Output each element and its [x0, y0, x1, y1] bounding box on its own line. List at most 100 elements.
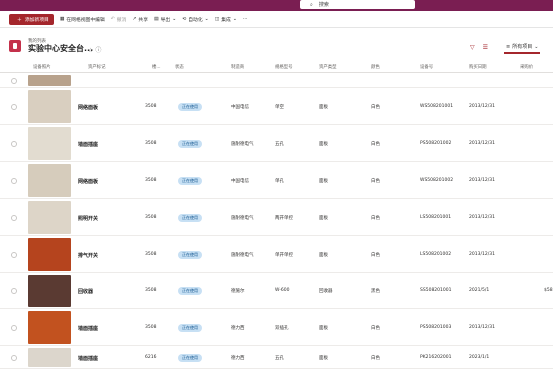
table-row[interactable]: 网络面板 3508 正在使用 中国电信 单孔 面板 白色 WS508201002 2013/12… [0, 162, 553, 199]
row-select-checkbox[interactable] [11, 251, 17, 258]
cell-code: PK216202001 [420, 354, 452, 360]
device-photo[interactable] [28, 238, 71, 271]
cell-model: 单空 [275, 104, 284, 110]
automate-icon: ⟲ [182, 16, 187, 22]
cell-color: 黑色 [371, 289, 380, 294]
row-select-checkbox[interactable] [11, 214, 17, 221]
status-badge: 正在使用 [178, 250, 202, 259]
device-photo[interactable] [28, 75, 71, 86]
column-header-4[interactable]: 制造商 [231, 64, 244, 70]
cell-code: LS508201002 [420, 251, 452, 257]
table-row[interactable]: 墙面插座 3508 正在使用 德力西 双插孔 面板 白色 PS508201003 2013/12… [0, 309, 553, 346]
cell-date: 2013/12/31 [469, 140, 495, 146]
cell-asset[interactable]: 墙面插座 [78, 325, 98, 332]
status-badge: 正在使用 [178, 353, 202, 362]
cell-color: 白色 [371, 325, 380, 331]
cell-asset[interactable]: 墙面插座 [78, 355, 98, 362]
column-header-6[interactable]: 资产类型 [319, 64, 337, 70]
column-header-7[interactable]: 颜色 [371, 64, 380, 70]
row-select-checkbox[interactable] [11, 103, 17, 110]
cell-model: 五孔 [275, 355, 284, 361]
table-row[interactable] [0, 73, 553, 88]
cell-model: 两开单控 [275, 215, 293, 221]
cell-building: 3508 [145, 177, 157, 183]
column-header-10[interactable]: 采购价 [520, 64, 533, 70]
share-icon: ↗ [132, 16, 137, 22]
cell-color: 白色 [371, 141, 380, 147]
export-icon: ▤ [154, 16, 159, 22]
table-row[interactable]: 照明开关 3508 正在使用 施耐德电气 两开单控 面板 白色 LS508201001 2013… [0, 199, 553, 236]
row-select-checkbox[interactable] [11, 177, 17, 184]
undo-button[interactable]: ↶ 撤消 [111, 16, 127, 23]
view-selector[interactable]: ≡ 所有项目 ⌄ [504, 41, 541, 54]
cell-type: 面板 [319, 104, 328, 110]
table-row[interactable]: 墙面插座 6216 正在使用 德力西 五孔 面板 白色 PK216202001 2023/1/1 [0, 346, 553, 369]
chevron-down-icon: ⌄ [204, 16, 209, 22]
star-icon[interactable]: ☆ [88, 47, 93, 54]
cell-color: 白色 [371, 252, 380, 258]
column-header-0[interactable]: 设备照片 [33, 64, 51, 70]
grid-icon: ▦ [59, 16, 65, 22]
row-select-checkbox[interactable] [11, 324, 17, 331]
column-header-8[interactable]: 设备号 [420, 64, 433, 70]
cell-code: PS508201003 [420, 324, 452, 330]
cell-maker: 中国电信 [231, 178, 249, 184]
cell-asset[interactable]: 墙面插座 [78, 141, 98, 148]
status-badge: 正在使用 [178, 139, 202, 148]
cell-asset[interactable]: 回收器 [78, 288, 93, 295]
share-button[interactable]: ↗ 共享 [132, 16, 148, 23]
table-row[interactable]: 回收器 3508 正在使用 德施尔 W-600 回收器 黑色 SS508201001 2021/… [0, 273, 553, 309]
grid-edit-button[interactable]: ▦ 在网格视图中编辑 [60, 16, 105, 23]
cell-model: 双插孔 [275, 325, 289, 331]
cell-building: 3508 [145, 214, 157, 220]
info-icon[interactable]: ⓘ [95, 47, 101, 54]
row-select-checkbox[interactable] [11, 288, 17, 294]
cell-maker: 施耐德电气 [231, 141, 254, 147]
cell-color: 白色 [371, 178, 380, 184]
cell-type: 面板 [319, 178, 328, 184]
column-header-2[interactable]: 楼... [152, 64, 161, 70]
column-header-1[interactable]: 资产标记 [88, 64, 106, 70]
device-photo[interactable] [28, 348, 71, 367]
cell-asset[interactable]: 网络面板 [78, 178, 98, 185]
device-photo[interactable] [28, 127, 71, 160]
table-row[interactable]: 墙面插座 3508 正在使用 施耐德电气 五孔 面板 白色 PS508201002 2013/1… [0, 125, 553, 162]
device-photo[interactable] [28, 311, 71, 344]
layout-icon[interactable]: ☰ [483, 44, 488, 51]
command-bar: ＋添加新项目 ▦ 在网格视图中编辑 ↶ 撤消 ↗ 共享 ▤ 导出 ⌄ ⟲ 自动化 ⌄ ◫ 集成 ⌄… [0, 11, 553, 28]
row-select-checkbox[interactable] [11, 77, 17, 84]
cell-code: PS508201002 [420, 140, 452, 146]
cell-asset[interactable]: 网络面板 [78, 104, 98, 111]
cell-maker: 德力西 [231, 355, 245, 361]
search-box[interactable]: ⌕ 搜索 [300, 0, 415, 9]
table-row[interactable]: 网络面板 3508 正在使用 中国电信 单空 面板 白色 WS508201001 2013/12… [0, 88, 553, 125]
search-placeholder: 搜索 [318, 2, 329, 8]
device-photo[interactable] [28, 164, 71, 197]
column-header-9[interactable]: 购买日期 [469, 64, 487, 70]
column-header-5[interactable]: 规格型号 [275, 64, 293, 70]
integrate-icon: ◫ [214, 16, 220, 22]
device-photo[interactable] [28, 90, 71, 123]
automate-button[interactable]: ⟲ 自动化 ⌄ [182, 16, 208, 23]
device-photo[interactable] [28, 275, 71, 307]
cell-code: LS508201001 [420, 214, 452, 220]
undo-icon: ↶ [110, 16, 115, 22]
row-select-checkbox[interactable] [11, 140, 17, 147]
row-select-checkbox[interactable] [11, 354, 17, 361]
cell-asset[interactable]: 照明开关 [78, 215, 98, 222]
cell-date: 2013/12/31 [469, 324, 495, 330]
new-item-button[interactable]: ＋添加新项目 [9, 13, 54, 25]
cell-code: WS508201002 [420, 177, 454, 183]
cell-model: 五孔 [275, 141, 284, 147]
column-header-3[interactable]: 状态 [175, 64, 184, 70]
export-button[interactable]: ▤ 导出 ⌄ [154, 16, 176, 23]
cell-building: 3508 [145, 140, 157, 146]
integrate-button[interactable]: ◫ 集成 ⌄ [215, 16, 237, 23]
device-photo[interactable] [28, 201, 71, 234]
table-row[interactable]: 排气开关 3508 正在使用 施耐德电气 单开单控 面板 白色 LS508201002 2013… [0, 236, 553, 273]
filter-icon[interactable]: ▽ [470, 44, 475, 51]
status-badge: 正在使用 [178, 287, 202, 295]
cell-date: 2023/1/1 [469, 354, 490, 360]
more-button[interactable]: ··· [243, 17, 248, 22]
cell-asset[interactable]: 排气开关 [78, 252, 98, 259]
